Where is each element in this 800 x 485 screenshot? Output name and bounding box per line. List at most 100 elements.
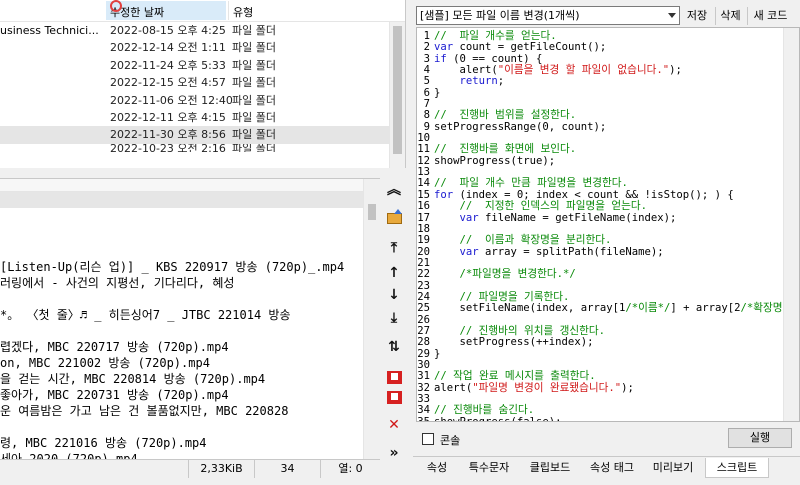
move-bottom-icon[interactable]: ⤓ [383,307,405,329]
column-header-type[interactable]: 유형 [228,1,388,20]
date-cell: 2022-11-30 오후 8:56 [110,128,226,142]
date-cell: 2022-11-24 오후 5:33 [110,58,226,72]
chevron-down-icon [668,13,676,18]
code-text: setProgress(++index); [434,336,594,349]
status-bar: 2,33KiB 34 열: 0 [0,459,380,478]
rename-list-item[interactable]: 운 여름밤은 가고 남은 건 볼품없지만, MBC 220828 [0,403,362,419]
run-button[interactable]: 실행 [728,428,792,448]
code-text: showProgress(true); [434,154,556,167]
scrollbar-thumb[interactable] [393,26,402,154]
code-text: /*파일명을 변경한다.*/ [434,268,576,281]
rename-list-item[interactable]: 러링에서 - 사건의 지평선, 기다리다, 혜성 [0,275,362,291]
code-line: 29} [417,347,799,360]
rename-list-item[interactable]: 령, MBC 221016 방송 (720p).mp4 [0,435,362,451]
double-up-icon[interactable]: ︽ [383,178,405,200]
line-number: 25 [417,302,430,315]
code-line: 22 /*파일명을 변경한다.*/ [417,268,799,281]
rename-list-item[interactable]: 세아 2020 (720p).mp4 [0,451,362,459]
table-row[interactable]: 2022-11-06 오전 12:40 파일 폴더 [0,92,405,109]
code-text: alert("파일명 변경이 완료됐습니다."); [434,381,634,394]
down-arrow-icon[interactable]: ↓ [383,284,405,306]
table-row[interactable]: 2022-11-24 오후 5:33 파일 폴더 [0,57,405,74]
rename-list-item[interactable]: 렵겠다, MBC 220717 방송 (720p).mp4 [0,339,362,355]
type-cell: 파일 폴더 [232,143,276,152]
rename-list[interactable]: [Listen-Up(리슨 업)] _ KBS 220917 방송 (720p)… [0,178,380,459]
table-row[interactable]: usiness Technici... 2022-08-15 오후 4:25 파… [0,22,405,39]
rename-list-header [0,179,380,192]
rename-list-item[interactable]: on, MBC 221002 방송 (720p).mp4 [0,355,362,371]
folder-up-icon[interactable] [383,207,405,229]
rename-list-item[interactable]: *。 〈첫 줄〉♬ _ 히든싱어7 _ JTBC 221014 방송 [0,307,362,323]
tab-properties[interactable]: 속성 [417,458,457,478]
mouse-cursor-icon [110,0,122,12]
code-line: 6} [417,87,799,99]
code-text: var fileName = getFileName(index); [459,211,677,224]
console-label: 콘솔 [440,434,461,447]
table-row[interactable]: 2022-12-15 오전 4:57 파일 폴더 [0,74,405,91]
file-list[interactable]: 수정한 날짜 유형 usiness Technici... 2022-08-15… [0,0,406,168]
rename-list-item[interactable]: 을 걷는 시간, MBC 220814 방송 (720p).mp4 [0,371,362,387]
red-folder-icon[interactable] [383,366,405,388]
line-number: 22 [417,268,430,281]
script-select-value: [샘플] 모든 파일 이름 변경(1개씩) [420,9,580,22]
code-line: 25 setFileName(index, array[1/*이름*/] + a… [417,302,799,315]
code-line: 20 var array = splitPath(fileName); [417,245,799,258]
console-checkbox[interactable] [422,433,434,445]
file-list-scrollbar[interactable] [389,22,405,168]
table-row[interactable]: 2022-12-11 오후 4:15 파일 폴더 [0,109,405,126]
date-cell: 2022-10-23 오전 2:16 [110,143,226,152]
code-text: var array = splitPath(fileName); [459,245,664,258]
file-list-header: 수정한 날짜 유형 [0,0,405,22]
editor-scrollbar[interactable] [783,28,799,421]
tab-property-tags[interactable]: 속성 태그 [583,458,641,478]
rename-list-item[interactable]: [Listen-Up(리슨 업)] _ KBS 220917 방송 (720p)… [0,259,362,275]
delete-icon[interactable]: ✕ [383,414,405,436]
rename-list-item[interactable] [0,323,362,339]
date-cell: 2022-12-11 오후 4:15 [110,110,226,124]
type-cell: 파일 폴더 [232,128,276,142]
script-select[interactable]: [샘플] 모든 파일 이름 변경(1개씩) [416,6,680,25]
script-panel: [샘플] 모든 파일 이름 변경(1개씩) 저장 삭제 새 코드 1// 파일 … [413,0,800,485]
code-text: var count = getFileCount(); [434,41,607,54]
column-header-date[interactable]: 수정한 날짜 [106,1,226,20]
table-row[interactable]: 2022-12-14 오전 1:11 파일 폴더 [0,39,405,56]
type-cell: 파일 폴더 [232,58,276,72]
up-arrow-icon[interactable]: ↑ [383,262,405,284]
table-row-selected[interactable]: 2022-11-30 오후 8:56 파일 폴더 [0,126,405,144]
rename-list-lines: [Listen-Up(리슨 업)] _ KBS 220917 방송 (720p)… [0,243,362,459]
expand-right-icon[interactable]: » [383,442,405,464]
swap-icon[interactable]: ⇅ [383,336,405,358]
tab-clipboard[interactable]: 클립보드 [521,458,579,478]
line-number: 34 [417,404,430,417]
move-top-icon[interactable]: ⤒ [383,237,405,259]
file-name-cell: usiness Technici... [0,24,99,37]
date-cell: 2022-12-15 오전 4:57 [110,76,226,90]
bottom-tabs: 속성 특수문자 클립보드 속성 태그 미리보기 스크립트 [413,456,800,478]
rename-list-scrollbar[interactable] [363,179,380,459]
code-lines: 1// 파일 개수를 얻는다. 2 var count = getFileCount… [417,30,799,422]
code-text: // 이름과 확장명을 분리한다. [434,234,612,247]
code-line: 34 // 진행바를 숨긴다. [417,404,799,417]
save-button[interactable]: 저장 [683,7,711,25]
tab-preview[interactable]: 미리보기 [645,458,701,478]
type-cell: 파일 폴더 [232,110,276,124]
status-count: 34 [254,460,320,478]
delete-button[interactable]: 삭제 [715,7,745,25]
type-cell: 파일 폴더 [232,24,276,37]
type-cell: 파일 폴더 [232,41,276,55]
tab-script[interactable]: 스크립트 [705,458,769,478]
code-editor[interactable]: 1// 파일 개수를 얻는다. 2 var count = getFileCount… [416,27,800,422]
rename-list-item[interactable] [0,291,362,307]
code-text: showProgress(false); [434,415,562,422]
tab-special-chars[interactable]: 특수문자 [461,458,517,478]
code-text: } [434,347,441,360]
table-row[interactable]: 2022-10-23 오전 2:16 파일 폴더 [0,144,405,152]
red-save-icon[interactable] [383,386,405,408]
new-code-button[interactable]: 새 코드 [747,7,793,25]
rename-list-item[interactable] [0,419,362,435]
line-number: 16 [417,200,430,213]
rename-list-item[interactable] [0,243,362,259]
rename-list-item[interactable]: 좋아가, MBC 220731 방송 (720p).mp4 [0,387,362,403]
scrollbar-thumb[interactable] [368,204,376,220]
code-text: // 진행바를 숨긴다. [434,404,535,417]
